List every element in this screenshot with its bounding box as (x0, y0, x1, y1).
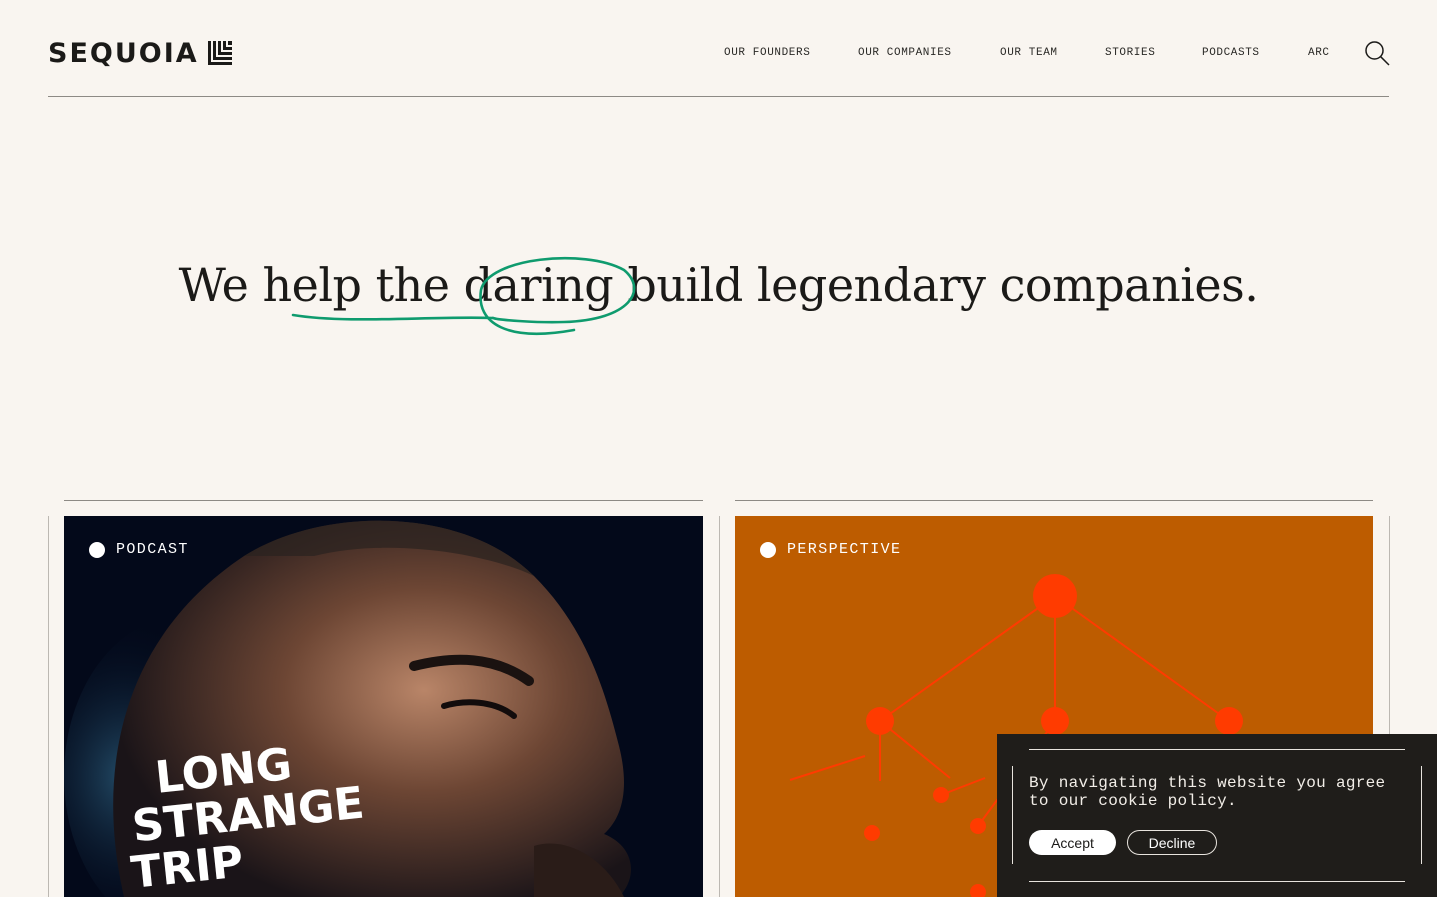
sequoia-mark-icon (207, 41, 232, 65)
cookie-message: By navigating this website you agree to … (1029, 774, 1386, 810)
card-rule-perspective (735, 500, 1373, 501)
tag-dot (760, 541, 776, 558)
sequoia-logo[interactable]: SEQUOIA (48, 37, 232, 69)
logo-wordmark: SEQUOIA (48, 37, 199, 69)
hero-highlight-word: daring (463, 258, 614, 312)
podcast-tag: PODCAST (89, 541, 189, 558)
podcast-card[interactable]: LONG STRANGE TRIP PODCAST (64, 516, 703, 897)
podcast-title-art: LONG STRANGE TRIP (128, 738, 367, 897)
cookie-frame-top (1029, 749, 1405, 750)
card-rule-podcast (64, 500, 703, 501)
nav-our-team[interactable]: OUR TEAM (1000, 47, 1058, 61)
card-frame-left (48, 516, 49, 897)
podcast-tag-label: PODCAST (116, 541, 189, 558)
cookie-banner: By navigating this website you agree to … (997, 734, 1437, 897)
nav-podcasts[interactable]: PODCASTS (1202, 47, 1260, 61)
nav-our-founders[interactable]: OUR FOUNDERS (724, 47, 810, 61)
cookie-frame-right (1421, 766, 1422, 864)
header-divider (48, 96, 1389, 97)
perspective-tag-label: PERSPECTIVE (787, 541, 902, 558)
cookie-frame-bottom (1029, 881, 1405, 882)
nav-stories[interactable]: STORIES (1105, 47, 1155, 61)
cookie-frame-left (1012, 766, 1013, 864)
hero-headline: We help the daring build legendary compa… (0, 258, 1437, 312)
decline-button[interactable]: Decline (1127, 830, 1217, 855)
tag-dot (89, 541, 105, 558)
search-icon[interactable] (1364, 40, 1390, 66)
nav-arc[interactable]: ARC (1308, 47, 1330, 61)
perspective-tag: PERSPECTIVE (760, 541, 901, 558)
hero-text-start: We help the (178, 258, 464, 312)
card-frame-middle (719, 516, 720, 897)
hero-text-end: build legendary companies. (613, 258, 1259, 312)
accept-button[interactable]: Accept (1029, 830, 1116, 855)
nav-our-companies[interactable]: OUR COMPANIES (858, 47, 952, 61)
